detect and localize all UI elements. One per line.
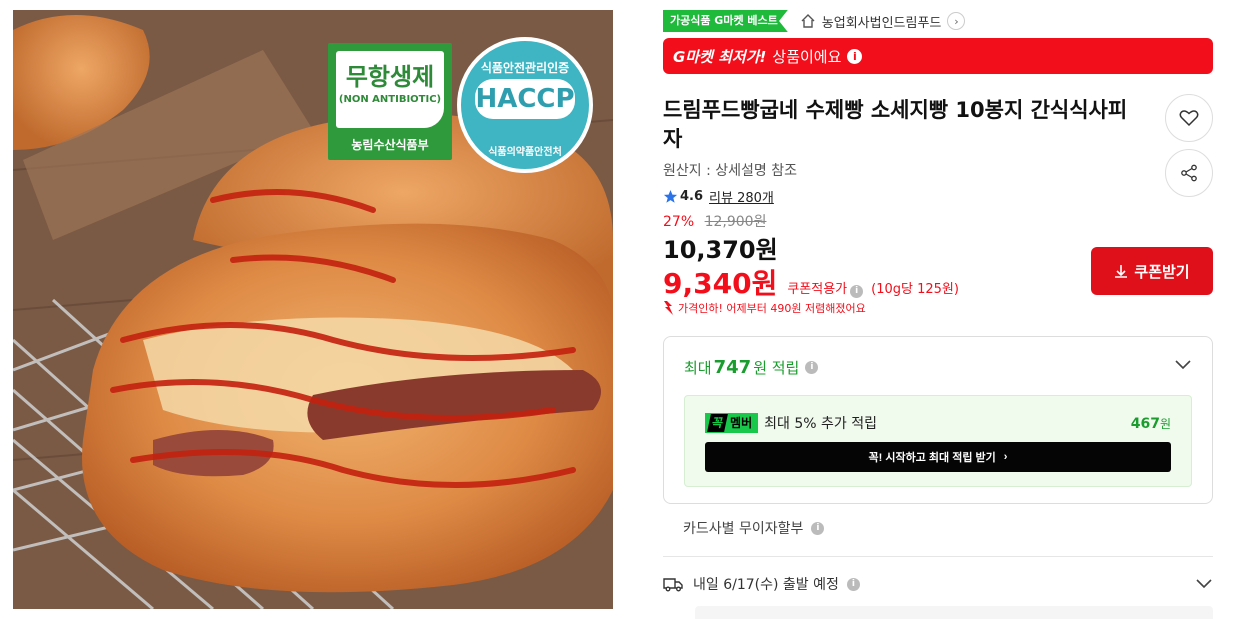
points-suffix: 원 적립 — [753, 359, 800, 377]
member-logo-text: 멤버 — [730, 416, 753, 430]
wishlist-button[interactable] — [1165, 94, 1213, 142]
haccp-main-text: HACCP — [475, 79, 575, 119]
member-signup-label: 꼭! 시작하고 최대 적립 받기 — [868, 452, 996, 464]
get-coupon-button[interactable]: 쿠폰받기 — [1091, 247, 1213, 295]
sale-price: 10,370원 — [663, 236, 778, 264]
discount-rate: 27% — [663, 214, 695, 230]
badge-antibiotic-subtitle: (NON ANTIBIOTIC) — [338, 94, 442, 105]
discount-row: 27% 12,900원 — [663, 211, 766, 231]
original-price: 12,900원 — [704, 214, 767, 230]
installment-info[interactable]: 카드사별 무이자할부 i — [683, 518, 825, 538]
antibiotic-free-badge: 무항생제 (NON ANTIBIOTIC) 농림수산식품부 — [328, 43, 452, 160]
info-icon[interactable]: i — [850, 285, 864, 298]
delivery-detail-box — [695, 606, 1213, 619]
chevron-right-icon[interactable]: › — [947, 12, 966, 30]
member-points: 467원 — [1131, 415, 1171, 432]
delivery-info[interactable]: 내일 6/17(수) 출발 예정 i — [663, 574, 860, 594]
member-extra-text: 최대 5% 추가 적립 — [764, 416, 877, 432]
member-logo-kkok: 꼭 — [707, 414, 728, 432]
haccp-badge: 식품안전관리인증 HACCP 식품의약품안전처 — [457, 37, 593, 173]
seller-name: 농업회사법인드림푸드 — [821, 15, 942, 31]
badge-antibiotic-footer: 농림수산식품부 — [351, 138, 429, 152]
haccp-top-text: 식품안전관리인증 — [480, 61, 570, 75]
coupon-price-label: 쿠폰적용가 — [787, 282, 848, 297]
lowest-price-banner: G마켓 최저가! 상품이에요 i — [663, 38, 1213, 74]
star-icon — [663, 189, 678, 203]
review-count-link[interactable]: 리뷰 280개 — [709, 187, 774, 206]
tag-row: 가공식품 G마켓 베스트 농업회사법인드림푸드 › — [663, 10, 966, 32]
divider — [663, 556, 1213, 557]
lowest-price-text: 상품이에요 — [772, 47, 842, 66]
member-benefit-box: 꼭 멤버 최대 5% 추가 적립 467원 꼭! 시작하고 최대 적립 받기 › — [684, 395, 1192, 487]
coupon-price-row: 9,340원 쿠폰적용가 i (10g당 125원) — [663, 262, 959, 302]
unit-price: (10g당 125원) — [871, 282, 959, 297]
info-icon[interactable]: i — [846, 577, 860, 591]
member-points-amount: 467 — [1130, 415, 1160, 432]
origin-info: 원산지 : 상세설명 참조 — [663, 163, 797, 179]
chevron-right-icon: › — [1003, 451, 1008, 463]
best-category-tag[interactable]: 가공식품 G마켓 베스트 — [663, 10, 788, 32]
member-benefit-row: 꼭 멤버 최대 5% 추가 적립 467원 — [705, 413, 1171, 433]
download-icon — [1115, 265, 1128, 278]
product-image[interactable]: 무항생제 (NON ANTIBIOTIC) 농림수산식품부 식품안전관리인증 H… — [13, 10, 613, 609]
haccp-bottom-text: 식품의약품안전처 — [488, 147, 562, 158]
badge-antibiotic-title: 무항생제 — [345, 63, 435, 91]
price-down-icon — [664, 301, 673, 315]
lowest-price-strong: G마켓 최저가! — [673, 47, 767, 66]
share-icon — [1181, 164, 1197, 182]
member-signup-button[interactable]: 꼭! 시작하고 최대 적립 받기 › — [705, 442, 1171, 472]
points-box: 최대 747 원 적립 i 꼭 멤버 최대 5% 추가 적립 467원 꼭! 시… — [663, 336, 1213, 504]
share-button[interactable] — [1165, 149, 1213, 197]
info-icon[interactable]: i — [811, 521, 825, 535]
member-points-unit: 원 — [1159, 416, 1171, 431]
member-logo: 꼭 멤버 — [705, 413, 759, 433]
installment-label: 카드사별 무이자할부 — [683, 521, 804, 537]
info-icon[interactable]: i — [805, 361, 819, 374]
points-summary[interactable]: 최대 747 원 적립 i — [684, 357, 819, 378]
chevron-down-icon[interactable] — [1174, 359, 1192, 371]
rating-row: 4.6 리뷰 280개 — [663, 187, 774, 206]
price-drop-text: 가격인하! 어제부터 490원 저렴해졌어요 — [678, 302, 866, 315]
coupon-price: 9,340원 — [663, 267, 778, 300]
price-drop-notice: 가격인하! 어제부터 490원 저렴해졌어요 — [663, 300, 866, 316]
heart-icon — [1179, 110, 1199, 127]
rating-score: 4.6 — [680, 189, 704, 204]
points-prefix: 최대 — [684, 359, 712, 377]
seller-link[interactable]: 농업회사법인드림푸드 › — [800, 12, 966, 31]
info-icon[interactable]: i — [847, 48, 863, 64]
chevron-down-icon[interactable] — [1195, 578, 1213, 590]
product-title: 드림푸드빵굽네 수제빵 소세지빵 10봉지 간식식사피자 — [663, 98, 1128, 151]
get-coupon-label: 쿠폰받기 — [1134, 263, 1190, 281]
home-icon — [801, 14, 815, 28]
points-amount: 747 — [713, 357, 752, 378]
delivery-text: 내일 6/17(수) 출발 예정 — [693, 577, 839, 593]
truck-icon — [663, 578, 683, 592]
